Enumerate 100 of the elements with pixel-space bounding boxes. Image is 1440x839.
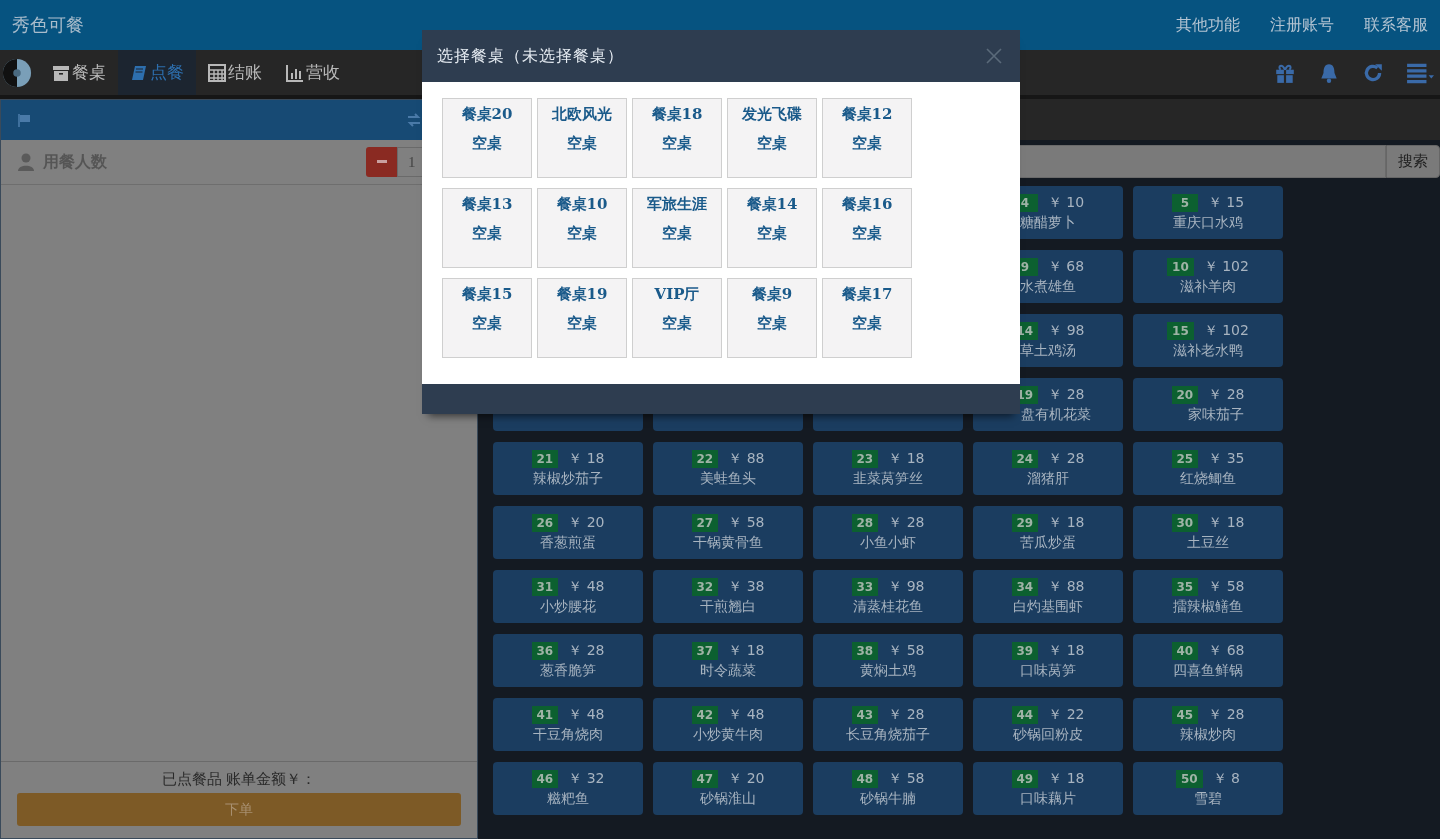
table-tile[interactable]: VIP厅 空桌: [632, 278, 722, 358]
dish-card[interactable]: 28 ￥ 28 小鱼小虾: [813, 506, 963, 559]
dish-name: 清蒸桂花鱼: [853, 597, 923, 616]
dish-card[interactable]: 43 ￥ 28 长豆角烧茄子: [813, 698, 963, 751]
dish-name: 草土鸡汤: [1020, 341, 1076, 360]
dish-name: 干煎翘白: [700, 597, 756, 616]
dish-card[interactable]: 46 ￥ 32 糍粑鱼: [493, 762, 643, 815]
dish-card[interactable]: 24 ￥ 28 溜猪肝: [973, 442, 1123, 495]
dish-card[interactable]: 30 ￥ 18 土豆丝: [1133, 506, 1283, 559]
table-tile[interactable]: 餐桌13 空桌: [442, 188, 532, 268]
dish-card[interactable]: 26 ￥ 20 香葱煎蛋: [493, 506, 643, 559]
dish-card[interactable]: 45 ￥ 28 辣椒炒肉: [1133, 698, 1283, 751]
dish-card[interactable]: 27 ￥ 58 干锅黄骨鱼: [653, 506, 803, 559]
dish-card[interactable]: 21 ￥ 18 辣椒炒茄子: [493, 442, 643, 495]
dish-number-badge: 50: [1175, 769, 1203, 788]
table-tile[interactable]: 餐桌20 空桌: [442, 98, 532, 178]
table-tile[interactable]: 餐桌12 空桌: [822, 98, 912, 178]
dish-card[interactable]: 29 ￥ 18 苦瓜炒蛋: [973, 506, 1123, 559]
dish-number-badge: 22: [691, 449, 719, 468]
dish-name: 雪碧: [1194, 789, 1222, 808]
dish-price: ￥ 58: [888, 769, 925, 788]
dish-price: ￥ 28: [1048, 449, 1085, 468]
dish-number-badge: 36: [531, 641, 559, 660]
dish-number-badge: 46: [531, 769, 559, 788]
dish-price: ￥ 48: [568, 577, 605, 596]
dish-name: 黄焖土鸡: [860, 661, 916, 680]
dish-name: 砂锅回粉皮: [1013, 725, 1083, 744]
dish-card[interactable]: 31 ￥ 48 小炒腰花: [493, 570, 643, 623]
dish-card[interactable]: 36 ￥ 28 葱香脆笋: [493, 634, 643, 687]
table-tile[interactable]: 北欧风光 空桌: [537, 98, 627, 178]
dish-card[interactable]: 5 ￥ 15 重庆口水鸡: [1133, 186, 1283, 239]
header-link[interactable]: 注册账号: [1270, 14, 1334, 36]
dish-number-badge: 41: [531, 705, 559, 724]
dish-card[interactable]: 20 ￥ 28 家味茄子: [1133, 378, 1283, 431]
table-tile[interactable]: 餐桌19 空桌: [537, 278, 627, 358]
dish-price: ￥ 28: [568, 641, 605, 660]
dish-card[interactable]: 32 ￥ 38 干煎翘白: [653, 570, 803, 623]
dish-name: 糍粑鱼: [547, 789, 589, 808]
dish-name: 水煮雄鱼: [1020, 277, 1076, 296]
dish-card[interactable]: 47 ￥ 20 砂锅淮山: [653, 762, 803, 815]
nav-tab[interactable]: 结账: [196, 50, 274, 95]
dish-number-badge: 43: [851, 705, 879, 724]
dish-card[interactable]: 35 ￥ 58 擂辣椒鳝鱼: [1133, 570, 1283, 623]
dish-name: 干豆角烧肉: [533, 725, 603, 744]
dish-name: 干锅黄骨鱼: [693, 533, 763, 552]
dish-number-badge: 25: [1171, 449, 1199, 468]
dish-price: ￥ 48: [728, 705, 765, 724]
dish-name: 盘有机花菜: [1020, 405, 1091, 424]
dish-card[interactable]: 22 ￥ 88 美蛙鱼头: [653, 442, 803, 495]
dish-card[interactable]: 23 ￥ 18 韭菜莴笋丝: [813, 442, 963, 495]
dish-price: ￥ 18: [1048, 641, 1085, 660]
dish-card[interactable]: 34 ￥ 88 白灼基围虾: [973, 570, 1123, 623]
dish-card[interactable]: 48 ￥ 58 砂锅牛腩: [813, 762, 963, 815]
dish-card[interactable]: 41 ￥ 48 干豆角烧肉: [493, 698, 643, 751]
nav-tab[interactable]: 营收: [274, 50, 352, 95]
table-tile[interactable]: 餐桌18 空桌: [632, 98, 722, 178]
search-button[interactable]: 搜索: [1386, 145, 1440, 178]
dish-price: ￥ 18: [728, 641, 765, 660]
dish-number-badge: 42: [691, 705, 719, 724]
header-link[interactable]: 联系客服: [1364, 14, 1428, 36]
table-tile[interactable]: 餐桌16 空桌: [822, 188, 912, 268]
dish-price: ￥ 38: [728, 577, 765, 596]
dish-card[interactable]: 49 ￥ 18 口味藕片: [973, 762, 1123, 815]
table-tile[interactable]: 餐桌17 空桌: [822, 278, 912, 358]
table-tile[interactable]: 餐桌9 空桌: [727, 278, 817, 358]
table-tile[interactable]: 餐桌14 空桌: [727, 188, 817, 268]
dish-card[interactable]: 38 ￥ 58 黄焖土鸡: [813, 634, 963, 687]
dish-number-badge: 15: [1167, 321, 1194, 340]
dish-number-badge: 39: [1011, 641, 1039, 660]
dish-card[interactable]: 15 ￥ 102 滋补老水鸭: [1133, 314, 1283, 367]
dish-name: 糖醋萝卜: [1020, 213, 1076, 232]
table-tile[interactable]: 餐桌10 空桌: [537, 188, 627, 268]
dish-card[interactable]: 37 ￥ 18 时令蔬菜: [653, 634, 803, 687]
dish-number-badge: 34: [1011, 577, 1039, 596]
dish-number-badge: 23: [851, 449, 879, 468]
dish-card[interactable]: 10 ￥ 102 滋补羊肉: [1133, 250, 1283, 303]
dish-price: ￥ 98: [1048, 321, 1085, 340]
dish-card[interactable]: 39 ￥ 18 口味莴笋: [973, 634, 1123, 687]
dish-card[interactable]: 50 ￥ 8 雪碧: [1133, 762, 1283, 815]
dish-name: 滋补羊肉: [1180, 277, 1236, 296]
app-title: 秀色可餐: [12, 13, 84, 37]
dish-name: 四喜鱼鲜锅: [1173, 661, 1243, 680]
table-tile[interactable]: 餐桌15 空桌: [442, 278, 532, 358]
dish-card[interactable]: 44 ￥ 22 砂锅回粉皮: [973, 698, 1123, 751]
nav-tab[interactable]: 点餐: [118, 50, 196, 95]
dish-card[interactable]: 25 ￥ 35 红烧鲫鱼: [1133, 442, 1283, 495]
dish-price: ￥ 48: [568, 705, 605, 724]
dish-card[interactable]: 33 ￥ 98 清蒸桂花鱼: [813, 570, 963, 623]
table-tile[interactable]: 发光飞碟 空桌: [727, 98, 817, 178]
header-link[interactable]: 其他功能: [1176, 14, 1240, 36]
nav-tab[interactable]: 餐桌: [40, 50, 118, 95]
dish-name: 美蛙鱼头: [700, 469, 756, 488]
dish-price: ￥ 32: [568, 769, 605, 788]
dish-name: 溜猪肝: [1027, 469, 1069, 488]
dish-number-badge: 49: [1011, 769, 1039, 788]
table-tile[interactable]: 军旅生涯 空桌: [632, 188, 722, 268]
dish-name: 口味藕片: [1020, 789, 1076, 808]
dish-card[interactable]: 40 ￥ 68 四喜鱼鲜锅: [1133, 634, 1283, 687]
dish-price: ￥ 102: [1203, 257, 1249, 276]
dish-card[interactable]: 42 ￥ 48 小炒黄牛肉: [653, 698, 803, 751]
